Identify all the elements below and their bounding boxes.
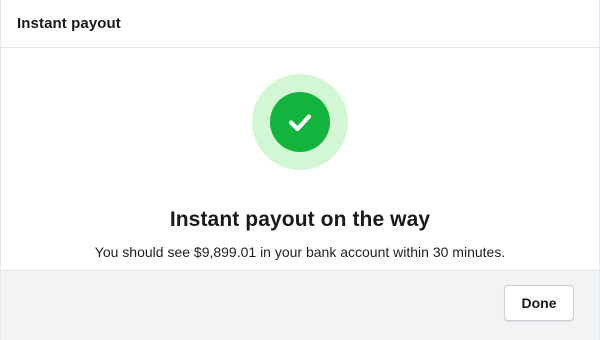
dialog-body: Instant payout on the way You should see… (1, 48, 599, 270)
checkmark-icon (288, 114, 312, 132)
dialog-footer: Done (1, 270, 599, 340)
payout-dialog: Instant payout Instant payout on the way… (0, 0, 600, 340)
check-circle-icon (270, 92, 330, 152)
done-button[interactable]: Done (504, 284, 574, 321)
success-icon-halo (252, 74, 348, 170)
success-message: You should see $9,899.01 in your bank ac… (94, 244, 506, 260)
dialog-title: Instant payout (17, 15, 121, 32)
dialog-header: Instant payout (1, 0, 599, 48)
success-headline: Instant payout on the way (169, 208, 431, 231)
